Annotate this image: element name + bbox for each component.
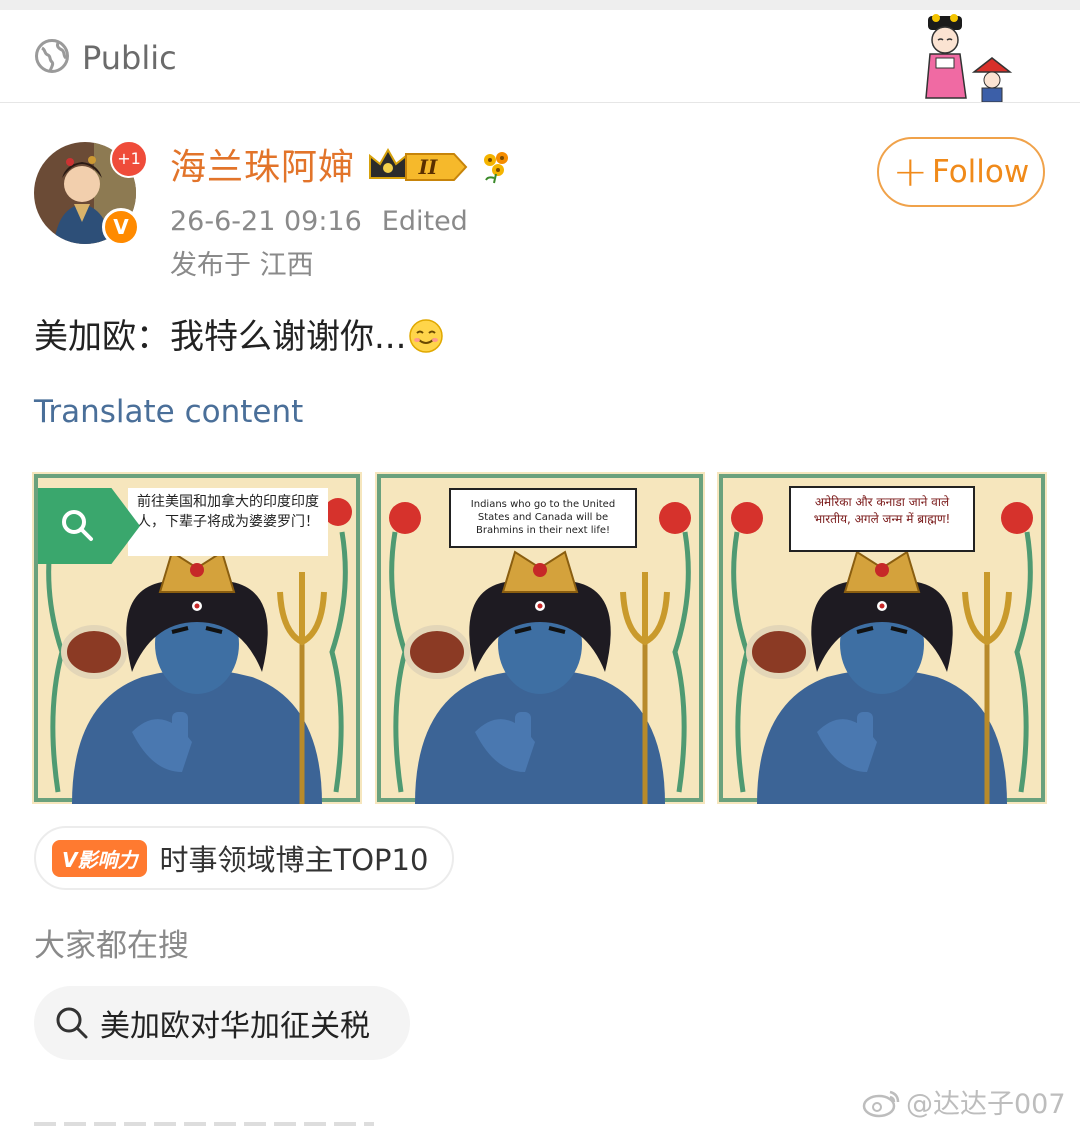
author-name[interactable]: 海兰珠阿婶: [170, 146, 355, 190]
edited-label[interactable]: Edited: [382, 206, 468, 237]
svg-text:II: II: [418, 155, 438, 179]
trending-search-item[interactable]: 美加欧对华加征关税: [34, 986, 410, 1060]
post-image-3[interactable]: अमेरिका और कनाडा जाने वाले भारतीय, अगले …: [717, 472, 1047, 804]
trending-search-query: 美加欧对华加征关税: [100, 1009, 370, 1044]
post-meta: 26-6-21 09:16 Edited: [170, 204, 488, 240]
translate-content-link[interactable]: Translate content: [34, 392, 303, 432]
trending-search-heading: 大家都在搜: [34, 928, 189, 964]
plus-icon: +: [892, 147, 928, 196]
influence-badge[interactable]: V影响力 时事领域博主TOP10: [34, 826, 454, 890]
image-caption: अमेरिका और कनाडा जाने वाले भारतीय, अगले …: [789, 486, 975, 552]
search-icon: [56, 1007, 88, 1039]
search-icon: [62, 510, 93, 541]
influence-text: 时事领域博主TOP10: [159, 843, 429, 877]
author-avatar[interactable]: +1 V: [34, 140, 148, 246]
follow-label: Follow: [931, 154, 1030, 190]
top-strip: [0, 0, 1080, 10]
watermark-text: @达达子007: [906, 1089, 1066, 1120]
post-header: Public: [0, 10, 1080, 103]
post-image-2[interactable]: Indians who go to the United States and …: [375, 472, 705, 804]
visibility-label[interactable]: Public: [82, 38, 177, 78]
globe-icon: [35, 39, 69, 73]
image-caption: Indians who go to the United States and …: [449, 488, 637, 548]
weibo-logo-icon: [862, 1090, 900, 1117]
post-text-body: 美加欧：我特么谢谢你...: [34, 317, 407, 357]
smile-emoji-icon: [409, 319, 444, 353]
flower-icon: [484, 152, 508, 184]
influence-tag: V影响力: [52, 839, 148, 877]
decorative-sticker: [925, 14, 1013, 102]
post-location: 发布于 江西: [170, 250, 314, 281]
image-caption: 前往美国和加拿大的印度印度人，下辈子将成为婆婆罗门！: [128, 488, 328, 556]
verified-badge: V: [102, 208, 140, 246]
post-date: 26-6-21 09:16: [170, 206, 362, 237]
post-text: 美加欧：我特么谢谢你...: [34, 314, 444, 360]
avatar-notification-badge: +1: [110, 140, 148, 178]
watermark: @达达子007: [862, 1082, 1066, 1121]
level-badge-icon: II: [369, 147, 468, 181]
truncated-next-content: [34, 1112, 374, 1126]
follow-button[interactable]: + Follow: [877, 137, 1045, 207]
